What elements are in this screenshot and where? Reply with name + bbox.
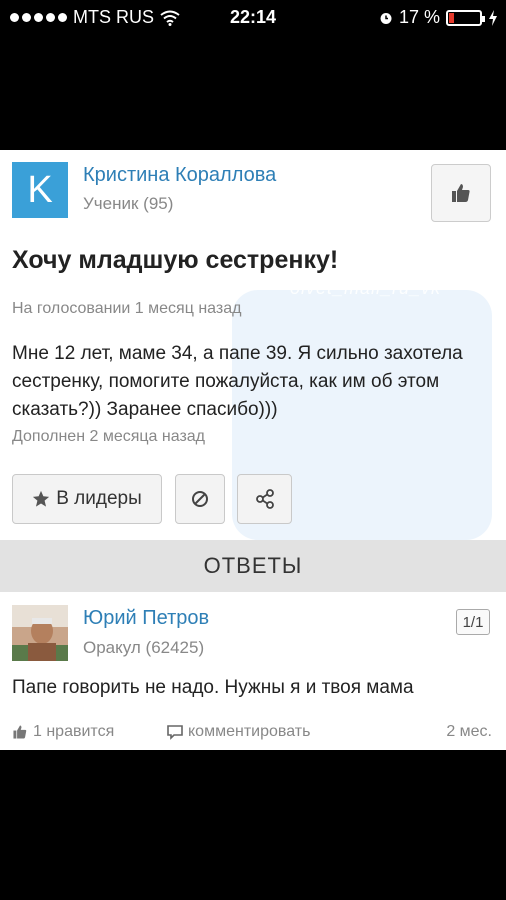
answer-author-rank: Оракул (62425) [83, 638, 205, 657]
comment-label: комментировать [188, 723, 311, 740]
report-button[interactable] [175, 474, 225, 524]
answer-author-avatar[interactable] [12, 605, 68, 661]
question-status: На голосовании 1 месяц назад [12, 300, 242, 317]
author-name[interactable]: Кристина Кораллова [83, 164, 276, 187]
leaders-label: В лидеры [56, 488, 142, 509]
share-icon [255, 489, 274, 509]
status-bar: MTS RUS 22:14 17 % [0, 0, 506, 36]
share-button[interactable] [237, 474, 292, 524]
battery-percent: 17 % [398, 7, 440, 27]
comment-button[interactable]: комментировать [167, 723, 310, 741]
charging-icon [489, 9, 497, 26]
question-added: Дополнен 2 месяца назад [12, 428, 206, 445]
thumbs-up-icon [452, 184, 470, 202]
answers-header: ОТВЕТЫ [0, 540, 506, 592]
question-text: Мне 12 лет, маме 34, а папе 39. Я сильно… [12, 343, 463, 420]
battery-group: 17 % [379, 7, 498, 28]
answer-text: Папе говорить не надо. Нужны я и твоя ма… [12, 677, 414, 698]
answer-age: 2 мес. [446, 723, 492, 740]
alarm-icon [380, 12, 392, 24]
battery-fill [449, 12, 455, 23]
block-icon [192, 491, 208, 507]
author-rank: Ученик (95) [83, 194, 174, 213]
star-icon [33, 490, 50, 507]
question-card: olvet_mail_ru_vk K Кристина Кораллова Уч… [0, 150, 506, 750]
author-avatar[interactable]: K [12, 162, 68, 218]
battery-icon [446, 9, 485, 26]
like-button[interactable] [431, 164, 491, 222]
answer-author-name[interactable]: Юрий Петров [83, 607, 209, 630]
thumbs-up-icon [13, 725, 27, 739]
answer-counter: 1/1 [456, 609, 490, 635]
comment-icon [167, 725, 183, 740]
avatar-photo [12, 605, 68, 661]
question-title: Хочу младшую сестренку! [12, 246, 339, 274]
answer-like-button[interactable]: 1 нравится [12, 723, 114, 741]
leaders-button[interactable]: В лидеры [12, 474, 162, 524]
likes-label: 1 нравится [33, 723, 115, 740]
watermark-text: olvet_mail_ru_vk [290, 278, 442, 298]
